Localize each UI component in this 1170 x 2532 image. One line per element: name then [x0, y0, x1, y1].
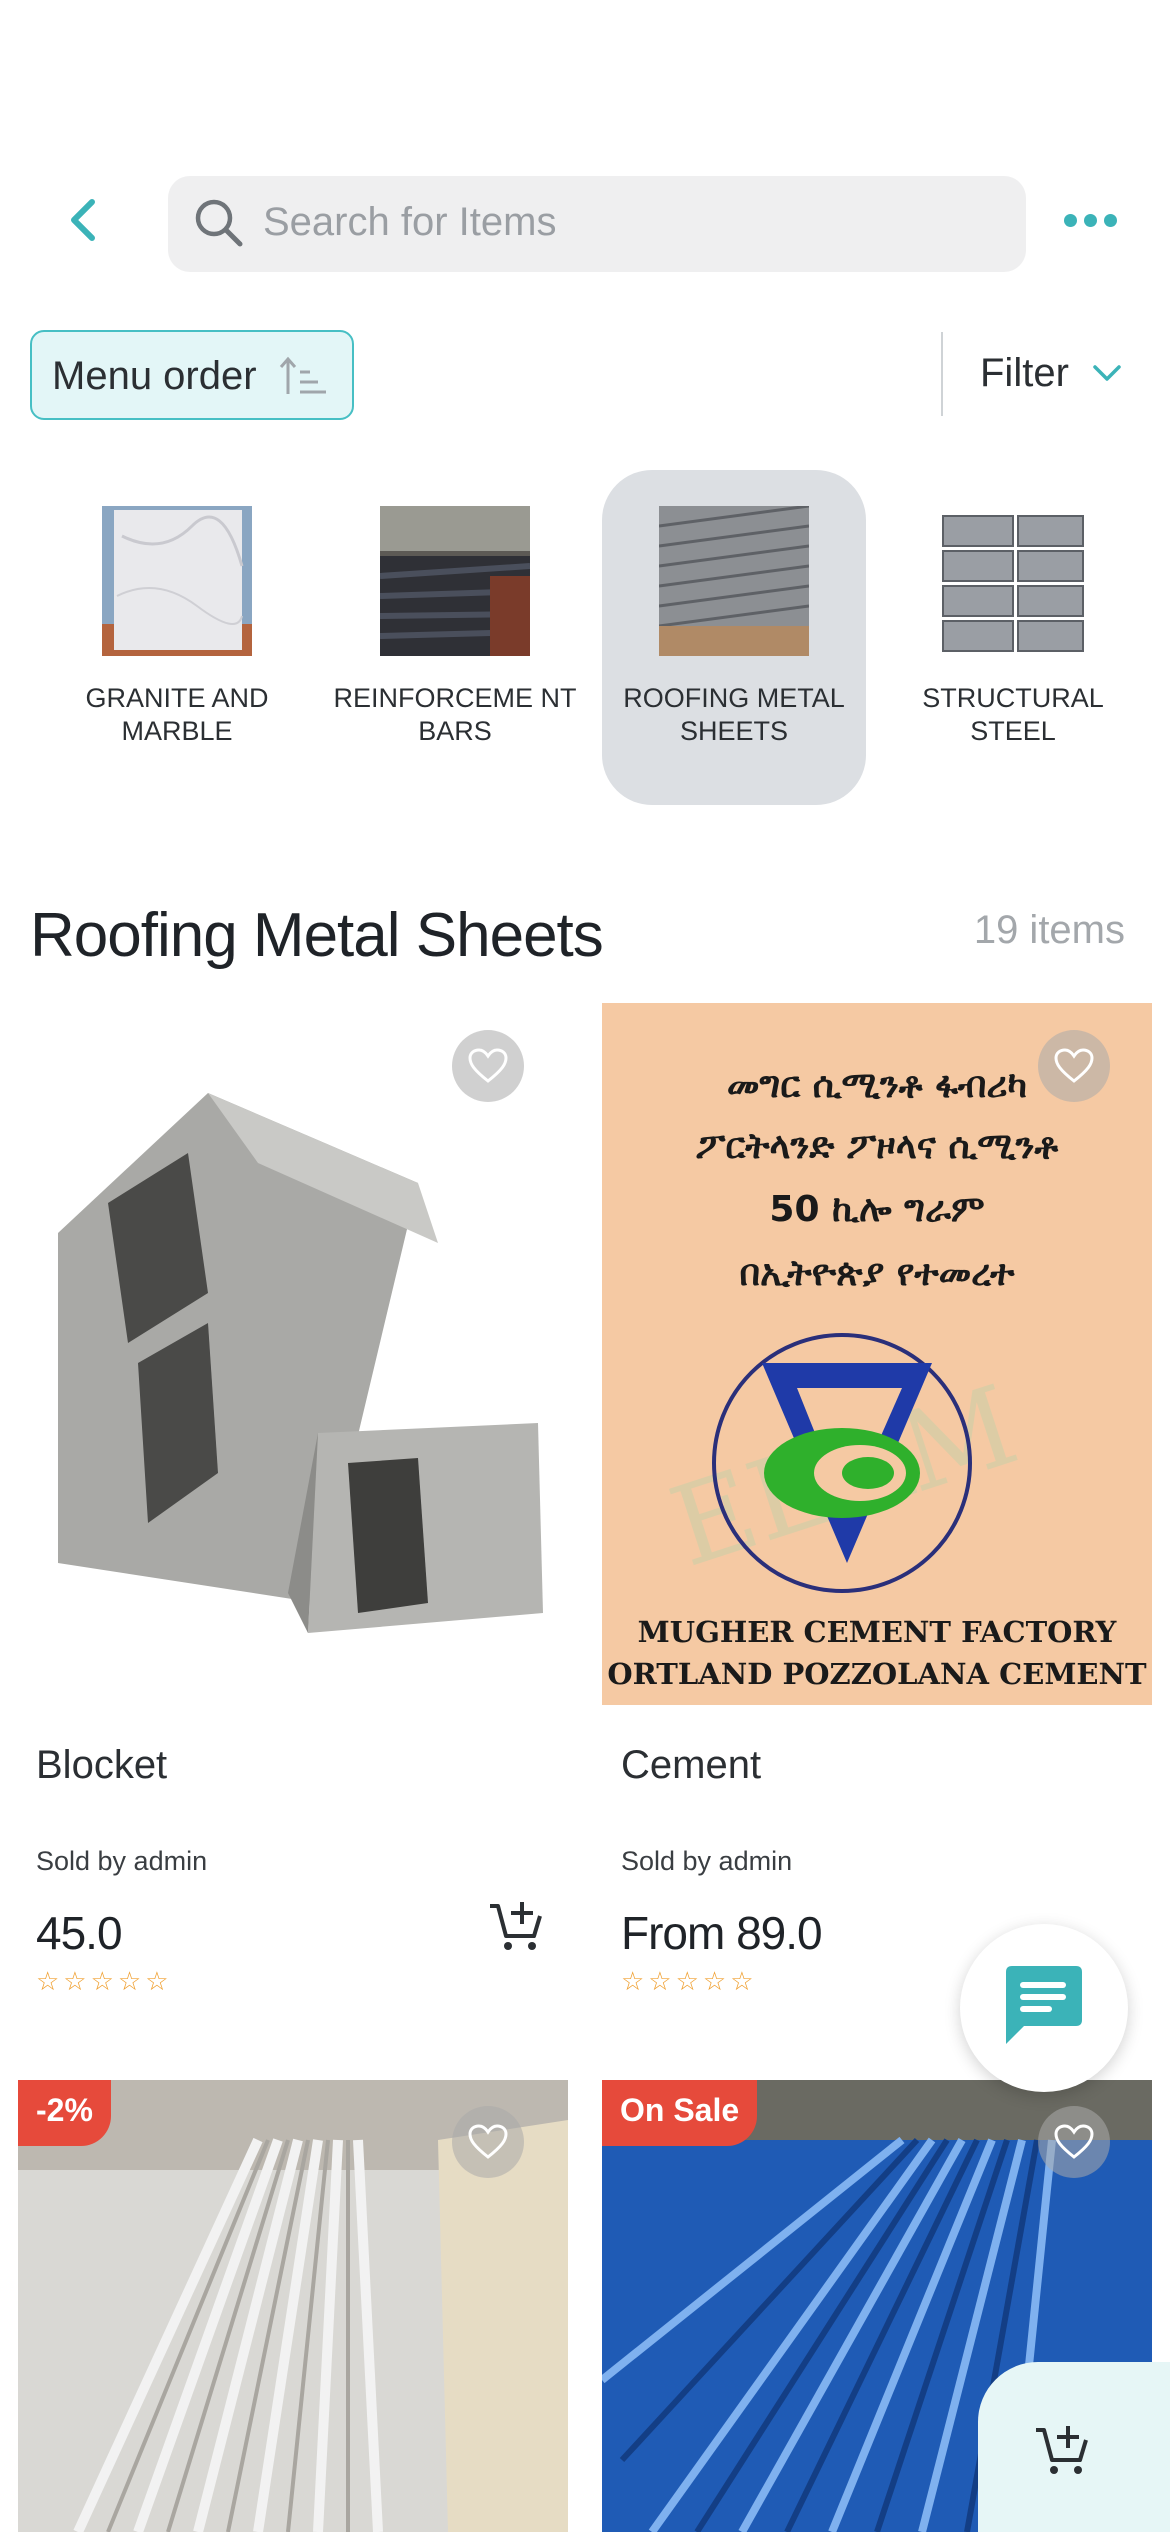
sort-label: Menu order	[52, 354, 257, 398]
category-label: GRANITE AND MARBLE	[85, 683, 269, 746]
product-price: 45.0	[36, 1907, 123, 1959]
category-image	[938, 506, 1088, 656]
category-reinforcement-bars[interactable]: REINFORCEME NT BARS	[323, 470, 587, 805]
section-title: Roofing Metal Sheets	[30, 901, 604, 970]
category-image	[102, 506, 252, 656]
cart-button[interactable]	[978, 2362, 1170, 2532]
dot-icon	[1084, 214, 1097, 227]
image-text-line: በኢትዮጵያ የተመረተ	[739, 1253, 1015, 1294]
product-name[interactable]: Blocket	[36, 1743, 167, 1788]
search-placeholder: Search for Items	[263, 200, 557, 244]
chat-icon	[1006, 1966, 1082, 2044]
favorite-button[interactable]	[1038, 2106, 1110, 2178]
category-image	[380, 506, 530, 656]
more-options-button[interactable]	[1064, 206, 1118, 238]
favorite-button[interactable]	[452, 2106, 524, 2178]
category-structural-steel[interactable]: STRUCTURAL STEEL	[881, 470, 1145, 805]
product-rating-stars: ☆☆☆☆☆	[36, 1966, 173, 1996]
category-label: ROOFING METAL SHEETS	[623, 683, 845, 746]
category-image	[659, 506, 809, 656]
heart-icon	[1054, 1048, 1094, 1083]
category-label: REINFORCEME NT BARS	[333, 683, 577, 746]
product-name[interactable]: Cement	[621, 1743, 761, 1788]
chevron-down-icon	[1093, 365, 1121, 381]
filter-label: Filter	[980, 351, 1069, 395]
image-text-line: ፖርትላንድ ፖዞላና ሲሚንቶ	[695, 1126, 1059, 1167]
add-to-cart-icon	[1036, 2426, 1088, 2474]
filter-button[interactable]: Filter	[980, 345, 1130, 405]
heart-icon	[1054, 2124, 1094, 2159]
favorite-button[interactable]	[1038, 1030, 1110, 1102]
item-count: 19 items	[973, 908, 1125, 952]
sale-badge: On Sale	[602, 2080, 758, 2146]
image-text-line: MUGHER CEMENT FACTORY	[637, 1615, 1117, 1649]
sort-ascending-icon	[279, 356, 326, 394]
favorite-button[interactable]	[452, 1030, 524, 1102]
search-bar[interactable]: Search for Items	[168, 176, 1026, 272]
sort-button[interactable]: Menu order	[30, 330, 354, 420]
product-seller: Sold by admin	[36, 1846, 208, 1876]
product-image-blocket[interactable]	[18, 1003, 568, 1705]
category-label: STRUCTURAL STEEL	[922, 683, 1104, 746]
dot-icon	[1064, 214, 1077, 227]
product-seller: Sold by admin	[621, 1846, 793, 1876]
add-to-cart-icon	[490, 1902, 542, 1950]
chevron-left-icon	[71, 199, 95, 241]
search-icon	[195, 199, 243, 247]
product-image-cement[interactable]: EEAM መግር ሲሚንቶ ፋብሪካ ፖርትላንድ ፖዞላና ሲሚንቶ 50 ኪ…	[602, 1003, 1152, 1705]
chat-button[interactable]	[960, 1924, 1128, 2092]
heart-icon	[468, 2124, 508, 2159]
dot-icon	[1104, 214, 1117, 227]
add-to-cart-button[interactable]	[486, 1896, 546, 1956]
discount-badge: -2%	[18, 2080, 111, 2146]
image-text-line: ORTLAND POZZOLANA CEMENT	[607, 1657, 1147, 1691]
category-granite-marble[interactable]: GRANITE AND MARBLE	[45, 470, 309, 805]
image-text-line: 50 ኪሎ ግራም	[769, 1189, 985, 1230]
category-roofing-metal-sheets[interactable]: ROOFING METAL SHEETS	[602, 470, 866, 805]
heart-icon	[468, 1048, 508, 1083]
back-button[interactable]	[54, 188, 118, 252]
product-price: From 89.0	[621, 1907, 823, 1959]
product-rating-stars: ☆☆☆☆☆	[621, 1966, 758, 1996]
divider	[941, 332, 943, 416]
